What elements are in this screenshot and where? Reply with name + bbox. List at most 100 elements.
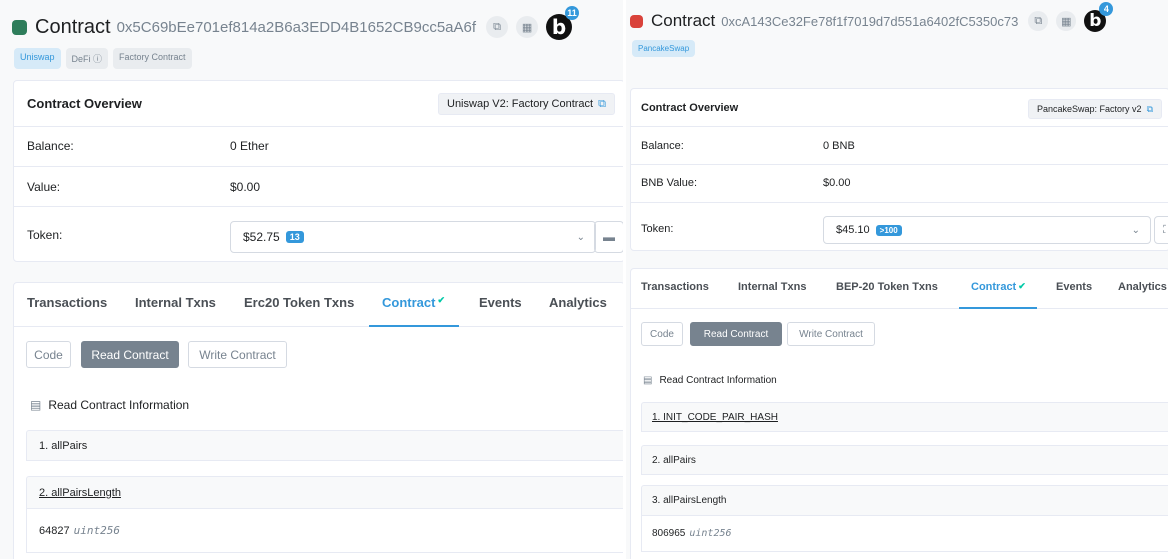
overview-header: Contract Overview Uniswap V2: Factory Co… (14, 81, 623, 127)
function-allpairs[interactable]: 1. allPairs (26, 430, 623, 461)
tab-analytics[interactable]: Analytics (549, 295, 607, 310)
subtab-read-contract[interactable]: Read Contract (690, 322, 782, 346)
value-row: BNB Value: $0.00 (631, 165, 1168, 203)
token-row: Token: $45.10 >100 ⌄ ⛶ (631, 203, 1168, 252)
blockscan-chat-icon[interactable]: b4 (1084, 2, 1114, 32)
contract-page-uniswap: Contract 0x5C69bEe701ef814a2B6a3EDD4B165… (0, 0, 623, 559)
external-link-icon: ⧉ (598, 97, 606, 110)
verified-check-icon: ✔ (1018, 281, 1026, 291)
chevron-down-icon: ⌄ (576, 231, 585, 243)
tab-erc20-token-txns[interactable]: Erc20 Token Txns (244, 295, 354, 310)
tab-contract[interactable]: Contract ✔ (971, 281, 1026, 293)
tab-bar: Transactions Internal Txns BEP-20 Token … (631, 269, 1168, 309)
external-link-icon: ⧉ (1146, 103, 1153, 114)
factory-contract-link[interactable]: Uniswap V2: Factory Contract ⧉ (438, 93, 615, 115)
subtab-code[interactable]: Code (26, 341, 71, 368)
tab-internal-txns[interactable]: Internal Txns (738, 281, 806, 293)
verified-check-icon: ✔ (437, 295, 445, 305)
token-value: $45.10 (836, 224, 870, 236)
balance-label: Balance: (27, 139, 74, 153)
contract-overview-card: Contract Overview PancakeSwap: Factory v… (630, 88, 1168, 251)
overview-title: Contract Overview (641, 102, 739, 114)
value-row: Value: $0.00 (14, 167, 623, 207)
token-label: Token: (641, 223, 674, 235)
token-value: $52.75 (243, 230, 280, 244)
balance-row: Balance: 0 BNB (631, 127, 1168, 165)
tag-list: PancakeSwap (632, 40, 696, 57)
notification-count-badge: 11 (565, 6, 580, 20)
read-contract-title: Read Contract Information (659, 375, 777, 386)
document-icon: ▤ (30, 398, 42, 412)
balance-value: 0 Ether (230, 139, 269, 153)
function-allpairslength[interactable]: 2. allPairsLength (26, 476, 623, 509)
value-value: $0.00 (230, 180, 261, 194)
result-value: 64827 (39, 524, 70, 537)
pancakeswap-logo-icon (630, 14, 643, 28)
subtab-write-contract[interactable]: Write Contract (787, 322, 875, 346)
read-contract-info: ▤ Read Contract Information (643, 375, 777, 386)
qr-icon[interactable]: ▦ (516, 16, 539, 38)
tag-defi[interactable]: DeFi ⓘ (65, 48, 109, 69)
uniswap-logo-icon (12, 19, 27, 35)
tab-bep20-token-txns[interactable]: BEP-20 Token Txns (836, 281, 938, 293)
overview-title: Contract Overview (27, 96, 142, 111)
balance-value: 0 BNB (823, 140, 855, 152)
contract-page-pancakeswap: Contract 0xcA143Ce32Fe78f1f7019d7d551a64… (626, 0, 1168, 559)
subtab-write-contract[interactable]: Write Contract (188, 341, 287, 368)
notification-count-badge: 4 (1099, 2, 1114, 16)
subtab-read-contract[interactable]: Read Contract (81, 341, 179, 368)
contract-tabs-card: Transactions Internal Txns Erc20 Token T… (13, 282, 623, 559)
function-allpairs[interactable]: 2. allPairs (641, 445, 1168, 475)
active-tab-indicator (959, 307, 1037, 309)
function-init-code-pair-hash[interactable]: 1. INIT_CODE_PAIR_HASH (641, 402, 1168, 432)
subtab-code[interactable]: Code (641, 322, 683, 346)
result-value: 806965 (652, 528, 686, 539)
contract-tabs-card: Transactions Internal Txns BEP-20 Token … (630, 268, 1168, 559)
page-title: Contract (35, 15, 111, 38)
tab-analytics[interactable]: Analytics (1118, 281, 1167, 293)
tab-transactions[interactable]: Transactions (27, 295, 107, 310)
tab-bar: Transactions Internal Txns Erc20 Token T… (14, 283, 623, 327)
tab-events[interactable]: Events (1056, 281, 1092, 293)
token-label: Token: (27, 228, 63, 242)
read-contract-info: ▤ Read Contract Information (30, 398, 189, 412)
active-tab-indicator (369, 325, 459, 327)
contract-overview-card: Contract Overview Uniswap V2: Factory Co… (13, 80, 623, 262)
copy-icon[interactable]: ⧉ (486, 16, 509, 38)
function-allpairslength[interactable]: 3. allPairsLength (641, 485, 1168, 516)
tag-factory-contract[interactable]: Factory Contract (113, 48, 192, 69)
page-title: Contract (651, 11, 716, 30)
tag-list: Uniswap DeFi ⓘ Factory Contract (14, 48, 192, 69)
tab-contract[interactable]: Contract ✔ (382, 295, 445, 310)
chevron-down-icon: ⌄ (1131, 224, 1140, 236)
expand-icon[interactable]: ⛶ (1154, 216, 1168, 244)
blockscan-chat-icon[interactable]: b 11 (546, 6, 580, 40)
tab-internal-txns[interactable]: Internal Txns (135, 295, 216, 310)
contract-header: Contract 0xcA143Ce32Fe78f1f7019d7d551a64… (630, 2, 1114, 32)
token-row: Token: $52.75 13 ⌄ ▬ (14, 207, 623, 263)
token-count-badge: >100 (875, 224, 902, 236)
read-contract-title: Read Contract Information (48, 398, 190, 412)
tab-transactions[interactable]: Transactions (641, 281, 709, 293)
token-count-badge: 13 (285, 231, 304, 243)
copy-icon[interactable]: ⧉ (1028, 11, 1049, 31)
contract-address: 0xcA143Ce32Fe78f1f7019d7d551a6402fC5350c… (721, 13, 1019, 29)
balance-label: Balance: (641, 140, 684, 152)
value-value: $0.00 (823, 177, 851, 189)
balance-row: Balance: 0 Ether (14, 127, 623, 167)
wallet-icon[interactable]: ▬ (594, 221, 623, 253)
tag-pancakeswap[interactable]: PancakeSwap (632, 40, 696, 57)
value-label: BNB Value: (641, 177, 698, 189)
contract-header: Contract 0x5C69bEe701ef814a2B6a3EDD4B165… (12, 6, 580, 40)
token-holdings-dropdown[interactable]: $52.75 13 ⌄ (230, 221, 596, 253)
document-icon: ▤ (643, 375, 653, 386)
token-holdings-dropdown[interactable]: $45.10 >100 ⌄ (823, 216, 1151, 244)
qr-icon[interactable]: ▦ (1056, 11, 1077, 31)
value-label: Value: (27, 180, 61, 194)
overview-header: Contract Overview PancakeSwap: Factory v… (631, 89, 1168, 127)
result-type: uint256 (73, 524, 120, 537)
function-result: 64827 uint256 (26, 509, 623, 553)
tab-events[interactable]: Events (479, 295, 522, 310)
tag-uniswap[interactable]: Uniswap (14, 48, 61, 69)
factory-contract-link[interactable]: PancakeSwap: Factory v2 ⧉ (1028, 99, 1162, 119)
